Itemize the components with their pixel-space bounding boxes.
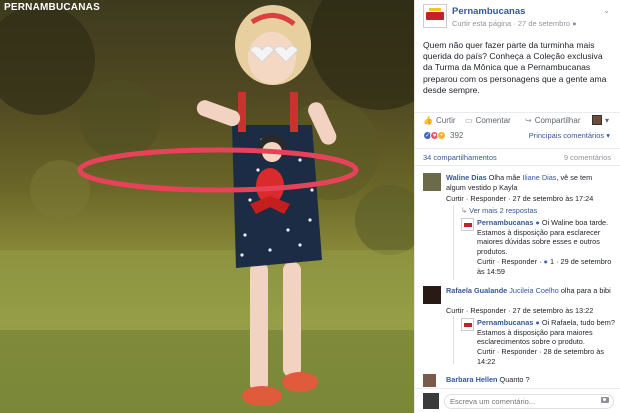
reaction-count: 392: [450, 131, 464, 140]
avatar[interactable]: [461, 318, 474, 331]
current-user-avatar: [423, 393, 439, 409]
post-sidebar: Pernambucanas Curtir esta página · 27 de…: [414, 0, 620, 413]
post-photo[interactable]: PERNAMBUCANAS: [0, 0, 414, 413]
comment-button[interactable]: ▭ Comentar: [465, 116, 511, 125]
like-page-link[interactable]: Curtir esta página: [452, 19, 511, 28]
logo-mark: [464, 323, 472, 327]
like-icon: ●: [543, 257, 548, 266]
thread-line: [453, 316, 454, 364]
post-date[interactable]: 27 de setembro: [518, 19, 570, 28]
share-button[interactable]: ↪ Compartilhar: [525, 116, 581, 125]
avatar[interactable]: [423, 286, 441, 304]
post-meta: Curtir esta página · 27 de setembro ●: [452, 19, 577, 28]
facebook-photo-viewer: PERNAMBUCANAS Pernambucanas Curtir esta …: [0, 0, 620, 413]
view-more-replies-label: Ver mais 2 respostas: [469, 206, 538, 215]
share-icon: ↪: [525, 116, 532, 125]
globe-icon: ●: [572, 19, 577, 28]
comment-icon: ▭: [465, 116, 473, 125]
comments-sort-label: Principais comentários: [528, 131, 605, 140]
comment-meta: Curtir · Responder · 28 de setembro às 1…: [477, 347, 615, 366]
logo-mark: [426, 12, 444, 20]
verified-icon: ●: [535, 218, 540, 227]
reply-arrow-icon: ↳: [461, 206, 470, 215]
comment-author[interactable]: Pernambucanas: [477, 218, 533, 227]
share-label: Compartilhar: [534, 116, 581, 125]
page-avatar[interactable]: [423, 4, 447, 28]
comment-author[interactable]: Waline Dias: [446, 173, 487, 182]
comment-count[interactable]: 9 comentários: [564, 153, 611, 162]
haha-reaction-icon: •: [437, 131, 446, 140]
post-stats: 34 compartilhamentos 9 comentários: [415, 148, 620, 166]
comment-time[interactable]: 27 de setembro às 17:24: [513, 194, 594, 203]
reply: Pernambucanas ● Oi Waline boa tarde. Est…: [477, 218, 615, 256]
comment-actions[interactable]: Curtir · Responder: [446, 306, 506, 315]
reactions-summary[interactable]: ✓ ♥ • 392: [423, 131, 463, 140]
comment-input[interactable]: [444, 394, 614, 409]
verified-icon: ●: [535, 318, 540, 327]
page-name-link[interactable]: Pernambucanas: [452, 6, 525, 17]
tagged-user[interactable]: Jucileia Coelho: [509, 286, 559, 295]
post-header: Pernambucanas Curtir esta página · 27 de…: [415, 0, 620, 34]
thread-line: [453, 205, 454, 280]
brand-watermark: PERNAMBUCANAS: [4, 2, 100, 13]
photo-illustration: [0, 0, 414, 413]
post-actions: 👍 Curtir ▭ Comentar ↪ Compartilhar ▾: [415, 112, 620, 128]
shares-link[interactable]: 34 compartilhamentos: [423, 153, 497, 162]
comment-author[interactable]: Rafaela Gualande: [446, 286, 507, 295]
comment: Barbara Hellen Quanto ?: [446, 375, 614, 385]
reply-like-count[interactable]: 1: [550, 257, 554, 266]
comment-meta: Curtir · Responder · 27 de setembro às 1…: [446, 306, 616, 316]
post-as-selector[interactable]: ▾: [591, 115, 609, 125]
comment: Rafaela Gualande Jucileia Coelho olha pa…: [446, 286, 614, 296]
like-label: Curtir: [435, 116, 456, 125]
comment-actions[interactable]: Curtir · Responder: [446, 194, 506, 203]
avatar[interactable]: [423, 374, 436, 387]
comments-sort-dropdown[interactable]: Principais comentários ▾: [529, 131, 610, 140]
tagged-user[interactable]: Iliane Dias: [522, 173, 556, 182]
comment-meta: Curtir · Responder · ● 1 · 29 de setembr…: [477, 257, 615, 276]
user-avatar: [591, 115, 602, 125]
comment-composer: [415, 388, 620, 413]
logo-mark: [464, 223, 472, 227]
comment-time[interactable]: 27 de setembro às 13:22: [513, 306, 594, 315]
comment: Waline Dias Olha mãe Iliane Dias, vê se …: [446, 173, 614, 192]
chevron-down-icon[interactable]: ⌄: [603, 6, 610, 15]
reply: Pernambucanas ● Oi Rafaela, tudo bem? Es…: [477, 318, 615, 347]
comment-meta: Curtir · Responder · 27 de setembro às 1…: [446, 194, 616, 204]
comment-text: Olha mãe: [488, 173, 521, 182]
comment-text: Quanto ?: [499, 375, 530, 384]
comment-text: olha para a bibi: [560, 286, 611, 295]
comment-author[interactable]: Pernambucanas: [477, 318, 533, 327]
logo-accent: [429, 8, 441, 11]
comment-author[interactable]: Barbara Hellen: [446, 375, 498, 384]
chevron-down-icon: ▾: [606, 131, 610, 140]
like-button[interactable]: 👍 Curtir: [423, 116, 456, 125]
view-more-replies[interactable]: ↳ Ver mais 2 respostas: [461, 206, 537, 216]
avatar[interactable]: [461, 218, 474, 231]
like-icon: 👍: [423, 116, 433, 125]
comment-actions[interactable]: Curtir · Responder: [477, 257, 537, 266]
camera-icon[interactable]: [601, 397, 609, 403]
comment-label: Comentar: [475, 116, 511, 125]
comment-actions[interactable]: Curtir · Responder: [477, 347, 537, 356]
chevron-down-icon: ▾: [604, 115, 609, 125]
avatar[interactable]: [423, 173, 441, 191]
